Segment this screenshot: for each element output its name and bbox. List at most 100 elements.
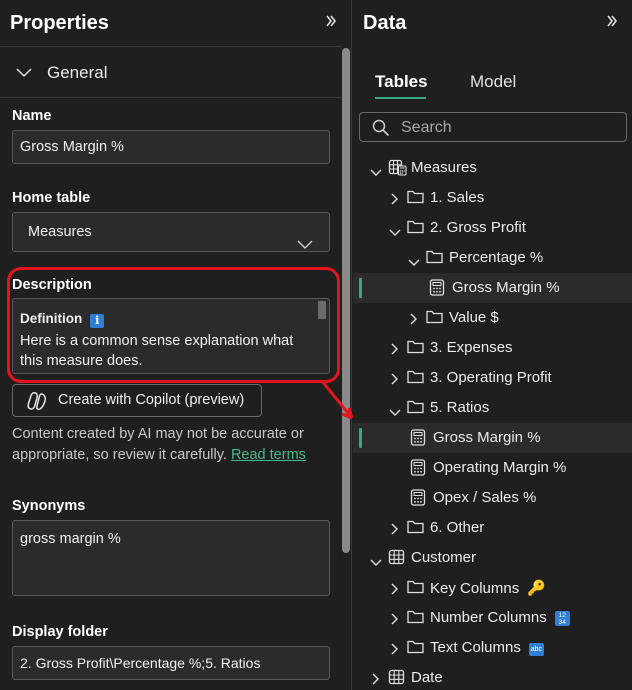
- tree-item-label: 1. Sales: [430, 189, 484, 206]
- table-icon: [388, 549, 405, 569]
- folder-icon: [407, 579, 424, 598]
- folder-icon: [407, 219, 424, 238]
- properties-scrollbar[interactable]: [342, 48, 350, 553]
- tree-item-text: Date: [411, 669, 443, 686]
- chevron-down-icon[interactable]: [389, 224, 401, 241]
- key-icon: 🔑: [527, 580, 546, 597]
- tree-item-text: Gross Margin %: [433, 429, 541, 446]
- folder-icon: [407, 369, 424, 388]
- copilot-button-label: Create with Copilot (preview): [58, 392, 245, 408]
- active-tab-indicator: [375, 97, 426, 99]
- chevron-right-icon[interactable]: [390, 372, 399, 389]
- description-text: Here is a common sense explanation what …: [20, 333, 294, 369]
- tree-item[interactable]: Gross Margin %: [353, 423, 632, 453]
- tree-item-text: Measures: [411, 159, 477, 176]
- chevron-right-icon[interactable]: [390, 342, 399, 359]
- tree-item-label: Value $: [449, 309, 499, 326]
- tree-item[interactable]: Customer: [353, 543, 632, 573]
- display-folder-label: Display folder: [12, 624, 108, 640]
- tree-item[interactable]: Percentage %: [353, 243, 632, 273]
- tree-item-label: Measures: [411, 159, 477, 176]
- tree-item-label: Number Columns 12 34: [430, 609, 570, 626]
- tree-item-label: Opex / Sales %: [433, 489, 536, 506]
- tab-model[interactable]: Model: [470, 72, 516, 92]
- tree-item[interactable]: Number Columns 12 34: [353, 603, 632, 633]
- tree-item-label: Text Columns abc: [430, 639, 544, 656]
- tree-item[interactable]: Date: [353, 663, 632, 690]
- tree-item-label: 3. Expenses: [430, 339, 513, 356]
- chevron-right-icon[interactable]: [390, 582, 399, 599]
- chevron-right-icon[interactable]: [390, 522, 399, 539]
- home-table-label: Home table: [12, 190, 91, 206]
- tree-item[interactable]: Key Columns 🔑: [353, 573, 632, 603]
- display-folder-input[interactable]: 2. Gross Profit\Percentage %;5. Ratios: [12, 646, 330, 680]
- measure-icon: [429, 279, 445, 300]
- chevron-down-icon[interactable]: [389, 404, 401, 421]
- tree-item-label: Gross Margin %: [433, 429, 541, 446]
- folder-icon: [407, 639, 424, 658]
- tree-item-label: 3. Operating Profit: [430, 369, 552, 386]
- chevron-down-icon[interactable]: [370, 164, 382, 181]
- tree-item-text: Opex / Sales %: [433, 489, 537, 506]
- home-table-value: Measures: [28, 224, 92, 240]
- selection-indicator: [359, 428, 362, 448]
- chevron-right-icon[interactable]: [390, 192, 399, 209]
- chevron-right-icon[interactable]: [409, 312, 418, 329]
- tree-item[interactable]: 6. Other: [353, 513, 632, 543]
- synonyms-input[interactable]: gross margin %: [12, 520, 330, 596]
- chevron-right-icon[interactable]: [390, 642, 399, 659]
- table-icon: [388, 669, 405, 689]
- search-input[interactable]: Search: [359, 112, 627, 142]
- tree-item[interactable]: Text Columns abc: [353, 633, 632, 663]
- read-terms-link[interactable]: Read terms: [231, 447, 306, 463]
- chevron-down-icon[interactable]: [408, 254, 420, 271]
- data-pane: Data Tables Model Search Measures 1. Sale…: [353, 0, 632, 690]
- synonyms-label: Synonyms: [12, 498, 86, 514]
- tree-item[interactable]: Value $: [353, 303, 632, 333]
- chevron-right-icon[interactable]: [371, 672, 380, 689]
- folder-icon: [407, 399, 424, 418]
- tree-item[interactable]: 2. Gross Profit: [353, 213, 632, 243]
- collapse-properties-icon[interactable]: [325, 14, 343, 34]
- name-input[interactable]: Gross Margin %: [12, 130, 330, 164]
- search-icon: [372, 119, 390, 141]
- tree-item[interactable]: Measures: [353, 153, 632, 183]
- data-title: Data: [363, 12, 407, 34]
- folder-icon: [407, 189, 424, 208]
- home-table-dropdown[interactable]: Measures: [12, 212, 330, 252]
- selection-indicator: [359, 278, 362, 298]
- tree-item-text: Gross Margin %: [452, 279, 560, 296]
- tree-item[interactable]: 1. Sales: [353, 183, 632, 213]
- text-type-icon: abc: [528, 643, 544, 656]
- name-label: Name: [12, 108, 52, 124]
- tree-item[interactable]: Operating Margin %: [353, 453, 632, 483]
- tree-item-text: Percentage %: [449, 249, 544, 266]
- chevron-down-icon: [16, 65, 32, 82]
- collapse-data-icon[interactable]: [606, 14, 624, 34]
- chevron-down-icon[interactable]: [370, 554, 382, 571]
- tree-item-label: Percentage %: [449, 249, 543, 266]
- tree-item-text: 2. Gross Profit: [430, 219, 526, 236]
- folder-icon: [407, 339, 424, 358]
- general-section-header[interactable]: General: [0, 47, 342, 97]
- tree-item-label: 5. Ratios: [430, 399, 489, 416]
- search-placeholder: Search: [401, 119, 452, 136]
- create-with-copilot-button[interactable]: Create with Copilot (preview): [12, 384, 262, 417]
- tree-item-text: 3. Expenses: [430, 339, 513, 356]
- tab-tables[interactable]: Tables: [375, 72, 428, 92]
- description-scrollbar[interactable]: [318, 301, 326, 319]
- section-divider: [0, 97, 342, 98]
- properties-title: Properties: [10, 12, 109, 34]
- tree-item-label: Date: [411, 669, 443, 686]
- tree-item-text: Number Columns: [430, 609, 547, 626]
- description-input[interactable]: Definition i Here is a common sense expla…: [12, 298, 330, 374]
- tree-item-label: Customer: [411, 549, 476, 566]
- tree-item[interactable]: 3. Operating Profit: [353, 363, 632, 393]
- tree-item-text: Text Columns: [430, 639, 521, 656]
- name-input-value: Gross Margin %: [20, 139, 124, 155]
- chevron-right-icon[interactable]: [390, 612, 399, 629]
- tree-item[interactable]: Gross Margin %: [353, 273, 632, 303]
- tree-item[interactable]: Opex / Sales %: [353, 483, 632, 513]
- tree-item[interactable]: 5. Ratios: [353, 393, 632, 423]
- tree-item[interactable]: 3. Expenses: [353, 333, 632, 363]
